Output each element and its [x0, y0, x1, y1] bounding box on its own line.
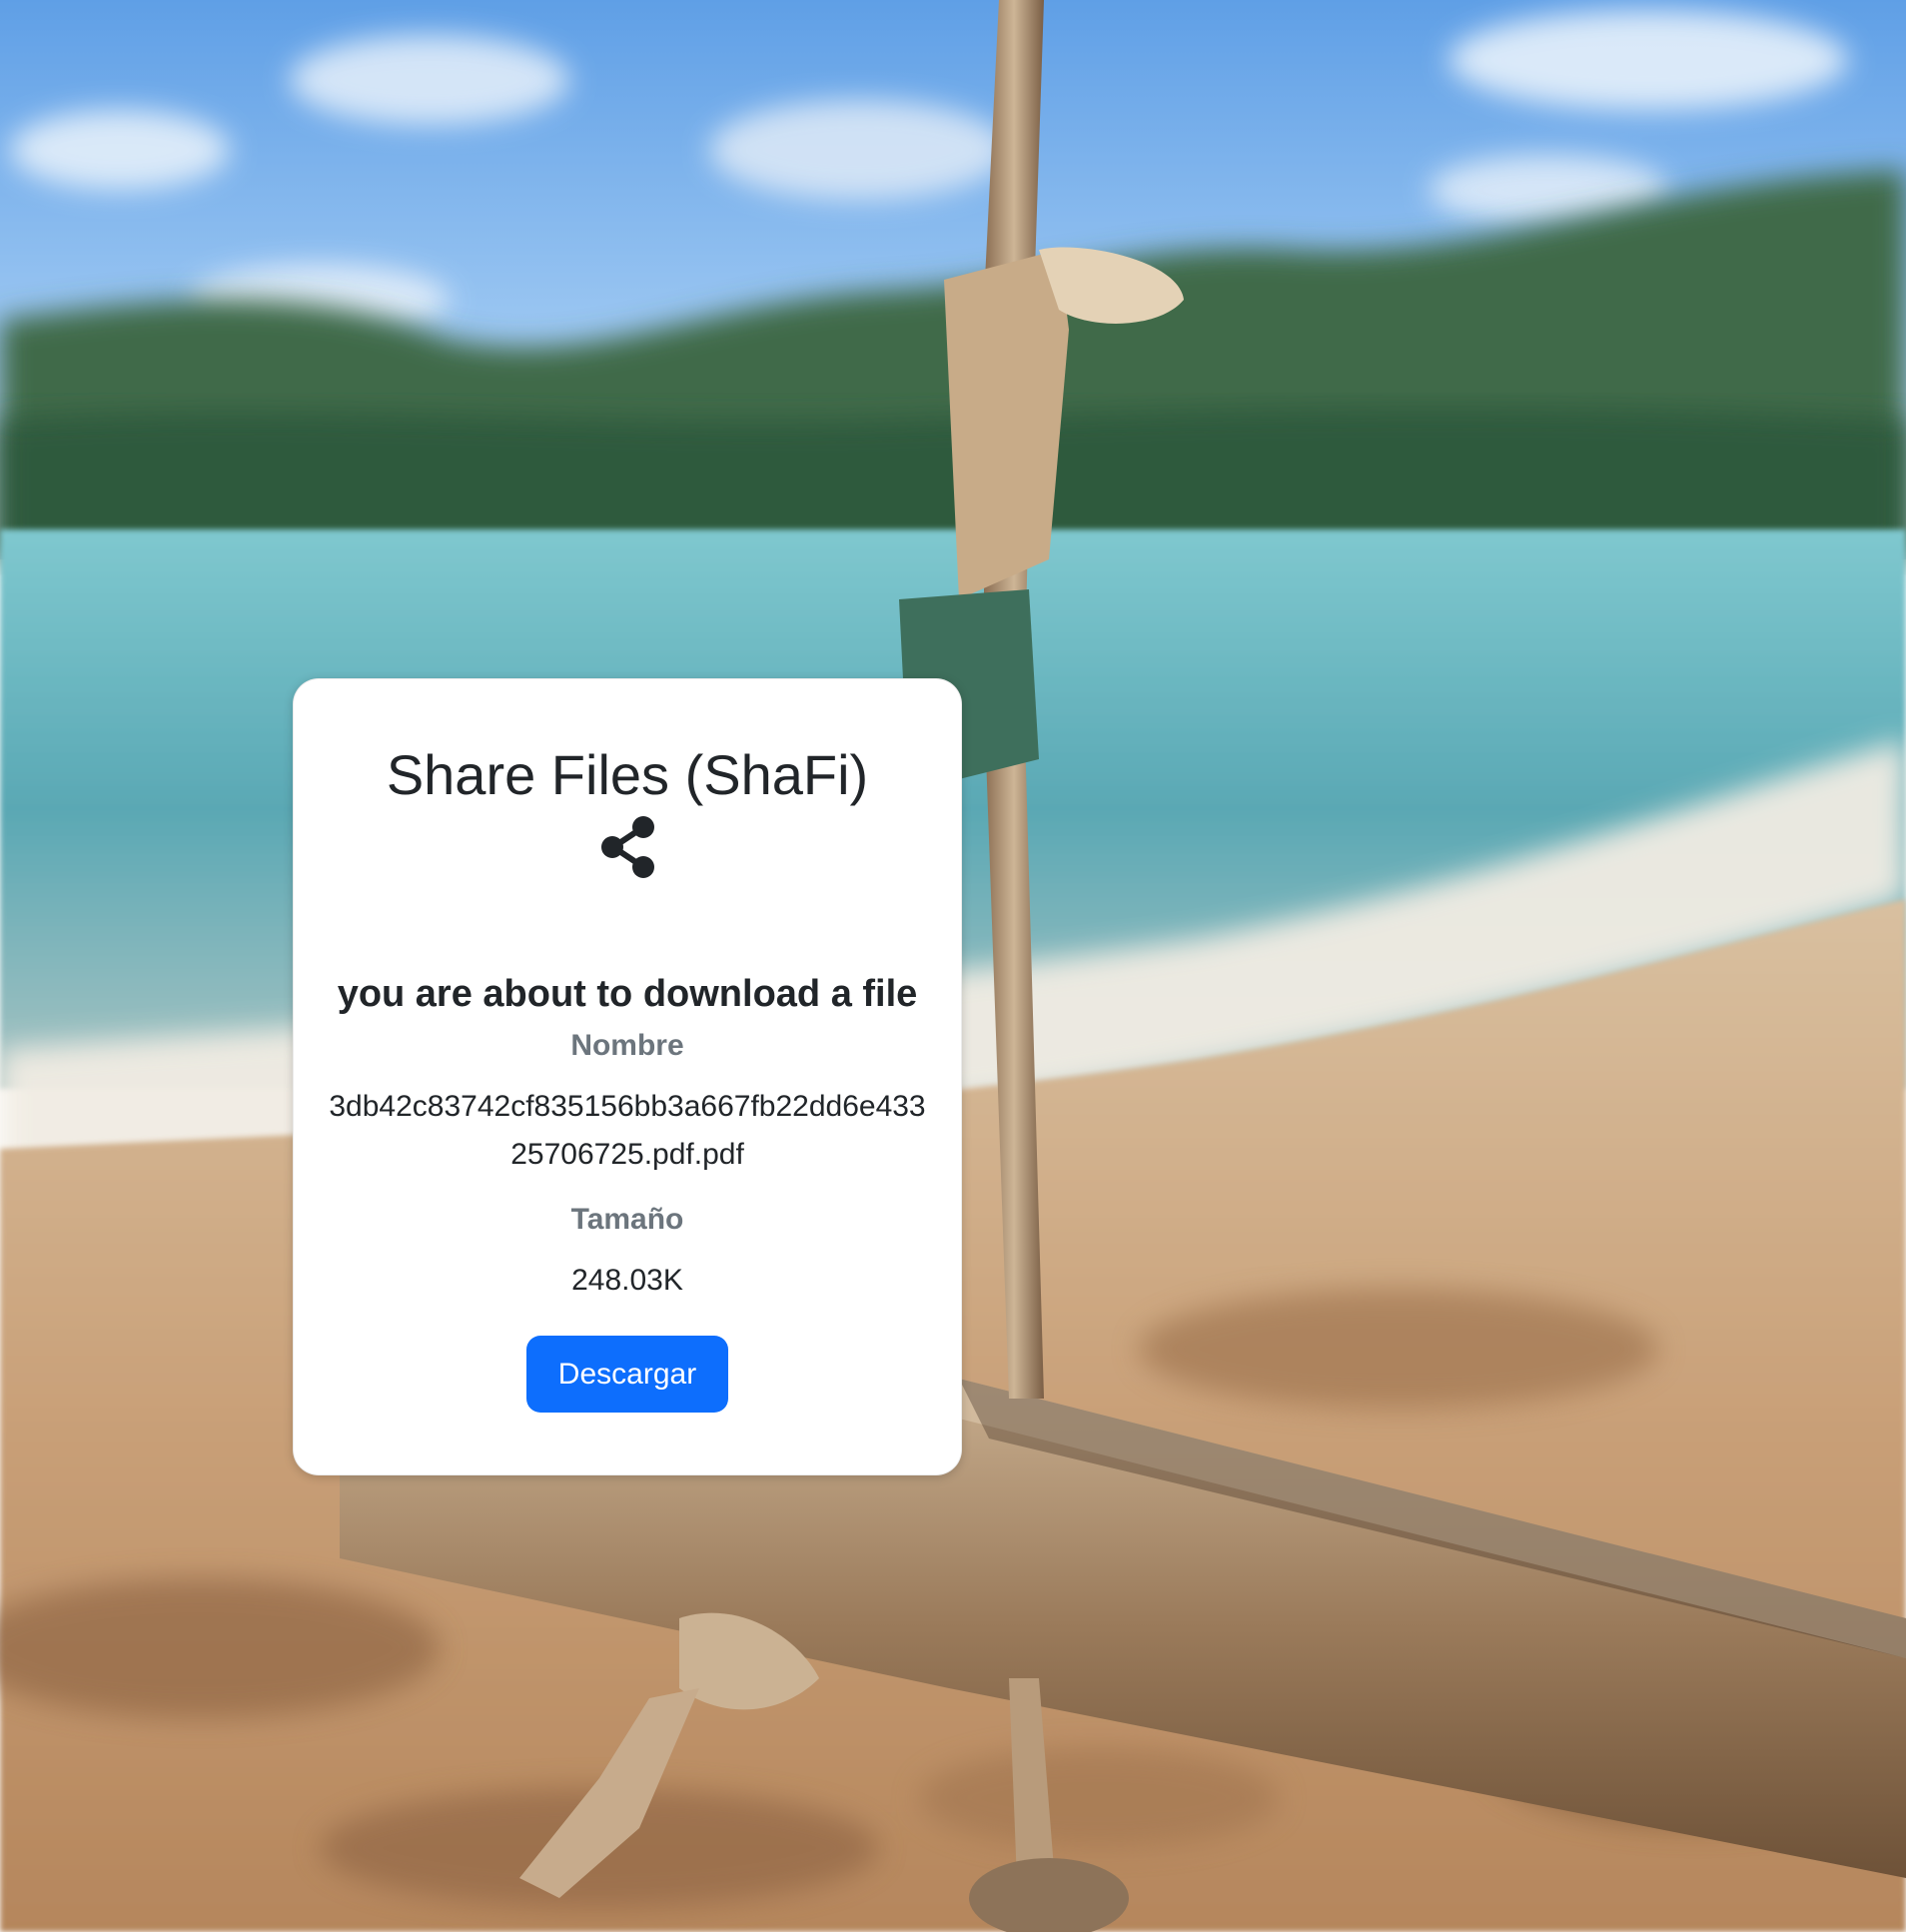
download-button[interactable]: Descargar	[526, 1336, 728, 1413]
download-notice: you are about to download a file	[337, 973, 918, 1015]
file-name-label: Nombre	[570, 1029, 684, 1062]
page-title: Share Files (ShaFi)	[386, 743, 869, 806]
download-card: Share Files (ShaFi) you are about to dow…	[293, 678, 962, 1475]
file-size-label: Tamaño	[570, 1203, 684, 1236]
file-name-value: 3db42c83742cf835156bb3a667fb22dd6e433257…	[329, 1090, 926, 1171]
file-size-value: 248.03K	[571, 1264, 683, 1297]
share-icon	[601, 816, 654, 878]
